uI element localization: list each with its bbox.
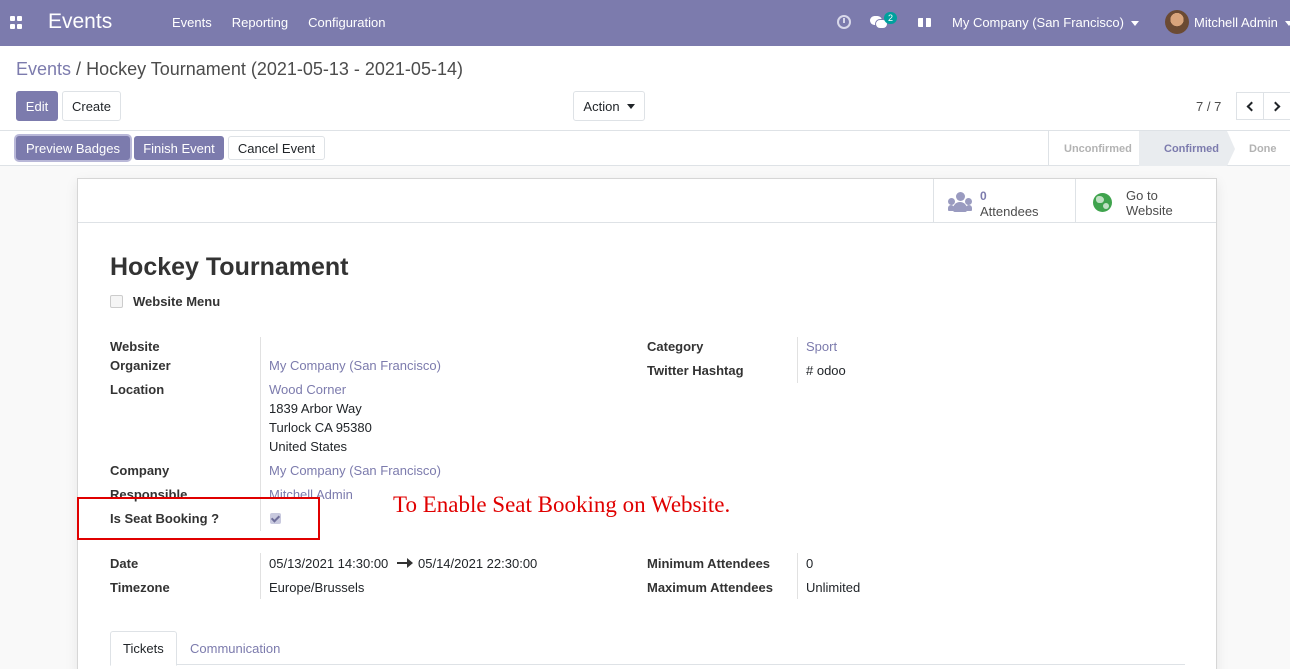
breadcrumb: Events / Hockey Tournament (2021-05-13 -… xyxy=(16,59,463,80)
website-menu-checkbox[interactable] xyxy=(110,295,123,308)
event-title[interactable]: Hockey Tournament xyxy=(110,253,348,282)
website-label: Website xyxy=(110,339,160,354)
chevron-right-icon xyxy=(1270,101,1281,111)
date-start: 05/13/2021 14:30:00 xyxy=(269,556,389,571)
company-switcher[interactable]: My Company (San Francisco) xyxy=(952,15,1139,30)
category-label: Category xyxy=(647,339,704,354)
status-step-confirmed-label: Confirmed xyxy=(1164,142,1219,155)
main-menu: Events Reporting Configuration xyxy=(172,15,405,30)
company-value[interactable]: My Company (San Francisco) xyxy=(269,463,441,478)
field-divider xyxy=(797,553,798,599)
activity-clock-icon[interactable] xyxy=(837,15,851,29)
user-name: Mitchell Admin xyxy=(1194,15,1278,30)
apps-grid-icon[interactable] xyxy=(10,16,23,29)
notebook-tabs: Tickets Communication xyxy=(110,631,1185,666)
arrow-right-icon xyxy=(397,558,413,568)
company-name: My Company (San Francisco) xyxy=(952,15,1124,30)
annotation-highlight-box xyxy=(77,497,320,540)
tab-tickets[interactable]: Tickets xyxy=(110,631,177,666)
attendees-count: 0 xyxy=(980,189,987,203)
caret-down-icon xyxy=(1284,21,1290,27)
globe-icon xyxy=(1093,193,1112,212)
preview-badges-button[interactable]: Preview Badges xyxy=(16,136,130,160)
attendees-smart-button[interactable]: 0 Attendees xyxy=(933,179,1075,223)
status-step-done[interactable]: Done xyxy=(1227,131,1290,166)
status-step-unconfirmed[interactable]: Unconfirmed xyxy=(1049,131,1139,166)
tab-communication[interactable]: Communication xyxy=(178,631,292,665)
twitter-hashtag-label: Twitter Hashtag xyxy=(647,363,744,378)
menu-item-events[interactable]: Events xyxy=(172,15,212,30)
caret-down-icon xyxy=(1130,21,1139,27)
field-divider xyxy=(260,553,261,599)
location-line3: United States xyxy=(269,439,348,454)
chevron-left-icon xyxy=(1246,101,1257,111)
status-steps: Unconfirmed Confirmed Done xyxy=(1048,131,1290,166)
user-menu[interactable]: Mitchell Admin xyxy=(1194,15,1290,30)
pager-previous-button[interactable] xyxy=(1236,92,1264,120)
finish-event-button[interactable]: Finish Event xyxy=(134,136,224,160)
top-navbar: Events Events Reporting Configuration 2 … xyxy=(0,0,1290,46)
attendees-label: Attendees xyxy=(980,204,1039,219)
app-name[interactable]: Events xyxy=(48,10,112,34)
date-label: Date xyxy=(110,556,139,571)
location-line2: Turlock CA 95380 xyxy=(269,420,372,435)
organizer-label: Organizer xyxy=(110,358,171,373)
create-button[interactable]: Create xyxy=(62,91,121,121)
go-to-website-label-line2: Website xyxy=(1126,203,1173,218)
smart-button-box: 0 Attendees Go to Website xyxy=(78,179,1216,223)
chat-count-badge: 2 xyxy=(884,12,898,24)
category-value[interactable]: Sport xyxy=(806,339,837,354)
go-to-website-smart-button[interactable]: Go to Website xyxy=(1075,179,1217,223)
company-label: Company xyxy=(110,463,170,478)
user-avatar[interactable] xyxy=(1165,10,1189,34)
menu-item-configuration[interactable]: Configuration xyxy=(308,15,385,30)
field-divider xyxy=(260,337,261,473)
location-name[interactable]: Wood Corner xyxy=(269,382,346,397)
breadcrumb-current: Hockey Tournament (2021-05-13 - 2021-05-… xyxy=(86,59,463,79)
go-to-website-label-line1: Go to xyxy=(1126,188,1158,203)
users-icon xyxy=(948,192,972,212)
cancel-event-button[interactable]: Cancel Event xyxy=(228,136,325,160)
max-attendees-value: Unlimited xyxy=(806,580,861,595)
field-divider xyxy=(797,337,798,383)
timezone-label: Timezone xyxy=(110,580,170,595)
breadcrumb-parent[interactable]: Events xyxy=(16,59,71,79)
organizer-value[interactable]: My Company (San Francisco) xyxy=(269,358,441,373)
date-end: 05/14/2021 22:30:00 xyxy=(418,556,538,571)
pager-next-button[interactable] xyxy=(1263,92,1290,120)
edit-button[interactable]: Edit xyxy=(16,91,58,121)
location-line1: 1839 Arbor Way xyxy=(269,401,362,416)
website-menu-label: Website Menu xyxy=(133,294,221,309)
form-statusbar: Preview Badges Finish Event Cancel Event… xyxy=(0,131,1290,166)
go-to-website-label: Go to Website xyxy=(1126,188,1196,218)
action-label: Action xyxy=(583,98,620,114)
annotation-text: To Enable Seat Booking on Website. xyxy=(393,492,731,517)
action-dropdown[interactable]: Action xyxy=(573,91,645,121)
menu-item-reporting[interactable]: Reporting xyxy=(232,15,288,30)
breadcrumb-separator: / xyxy=(76,59,82,79)
form-sheet: 0 Attendees Go to Website Hockey Tourname… xyxy=(77,178,1217,669)
pager-value[interactable]: 7 / 7 xyxy=(1196,99,1221,114)
timezone-value: Europe/Brussels xyxy=(269,580,365,595)
caret-down-icon xyxy=(626,103,635,109)
min-attendees-value: 0 xyxy=(806,556,814,571)
control-panel: Events / Hockey Tournament (2021-05-13 -… xyxy=(0,46,1290,131)
max-attendees-label: Maximum Attendees xyxy=(647,580,773,595)
twitter-hashtag-value: # odoo xyxy=(806,363,846,378)
location-label: Location xyxy=(110,382,165,397)
gift-icon[interactable] xyxy=(918,15,931,27)
min-attendees-label: Minimum Attendees xyxy=(647,556,771,571)
status-step-confirmed[interactable]: Confirmed xyxy=(1139,131,1235,166)
step-arrow-icon xyxy=(1227,131,1235,166)
